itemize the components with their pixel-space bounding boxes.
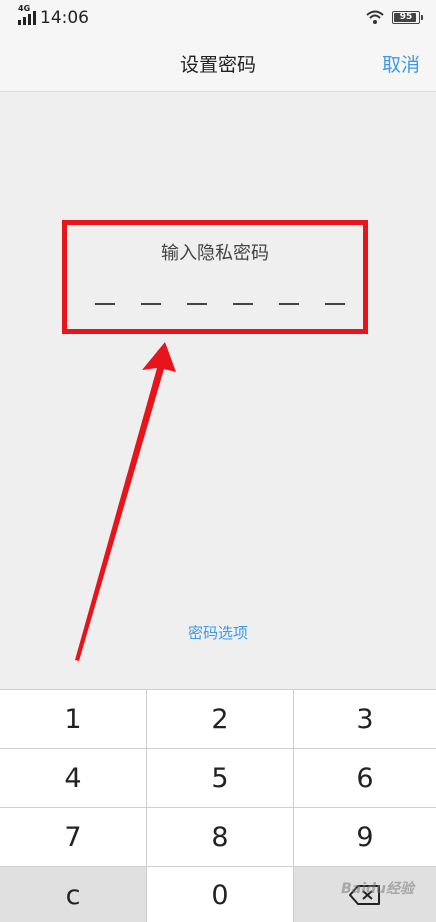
password-digit-slot: [141, 303, 161, 305]
password-prompt: 输入隐私密码: [161, 243, 269, 264]
battery-level: 95: [399, 12, 413, 22]
key-4[interactable]: 4: [0, 749, 147, 808]
password-digit-slots: [95, 303, 345, 306]
page-title: 设置密码: [179, 54, 256, 76]
signal-icon: [18, 11, 36, 25]
key-3[interactable]: 3: [294, 690, 436, 749]
baidu-watermark: Baidu经验: [341, 881, 414, 897]
password-entry-box[interactable]: 输入隐私密码: [62, 220, 368, 334]
key-0[interactable]: 0: [147, 867, 294, 922]
wifi-icon: [366, 10, 384, 24]
password-digit-slot: [187, 303, 207, 305]
clear-key[interactable]: c: [0, 867, 147, 922]
password-digit-slot: [279, 303, 299, 305]
key-1[interactable]: 1: [0, 690, 147, 749]
cancel-button[interactable]: 取消: [382, 50, 420, 77]
password-digit-slot: [233, 303, 253, 305]
key-5[interactable]: 5: [147, 749, 294, 808]
key-7[interactable]: 7: [0, 808, 147, 867]
nav-bar: 设置密码 取消: [0, 36, 436, 92]
status-bar: 4G 14:06 95: [0, 0, 436, 36]
battery-icon: 95: [392, 11, 423, 24]
key-8[interactable]: 8: [147, 808, 294, 867]
password-options-link[interactable]: 密码选项: [0, 622, 436, 643]
key-2[interactable]: 2: [147, 690, 294, 749]
password-digit-slot: [325, 303, 345, 305]
key-6[interactable]: 6: [294, 749, 436, 808]
key-9[interactable]: 9: [294, 808, 436, 867]
status-time: 14:06: [40, 8, 89, 28]
password-digit-slot: [95, 303, 115, 305]
